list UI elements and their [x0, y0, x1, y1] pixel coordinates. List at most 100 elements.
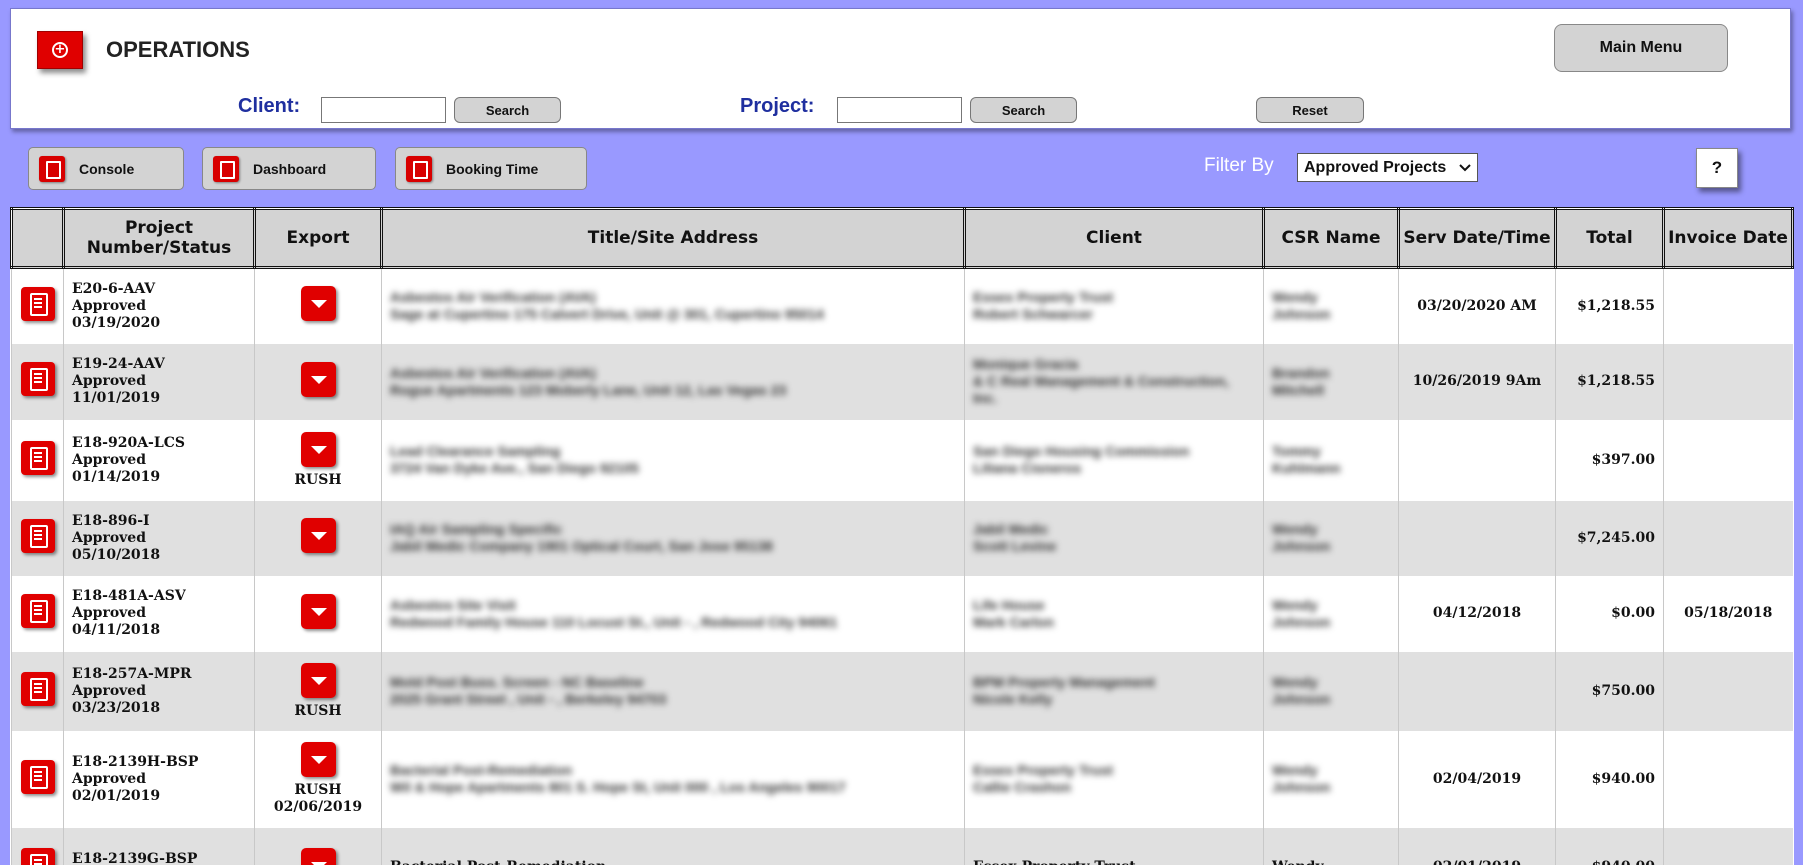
total-cell: $397.00: [1555, 419, 1664, 501]
export-arrow-icon[interactable]: [300, 742, 336, 777]
column-header-export[interactable]: Export: [253, 207, 383, 269]
table-row[interactable]: E18-2139G-BSPApproved Bacterial Post-Reme…: [11, 827, 1793, 865]
client-contact: Nicole Kelly: [973, 691, 1053, 707]
client-contact: Mark Carlon: [973, 613, 1054, 630]
serv-date-cell: [1398, 651, 1556, 731]
table-row[interactable]: E20-6-AAV Approved 03/19/2020 Asbestos Air …: [11, 267, 1793, 344]
project-cell[interactable]: E18-920A-LCS Approved 01/14/2019: [63, 419, 255, 501]
client-name: Life House: [973, 596, 1045, 613]
project-cell[interactable]: E20-6-AAV Approved 03/19/2020: [63, 267, 255, 344]
table-row[interactable]: E19-24-AAV Approved 11/01/2019 Asbestos Air…: [11, 343, 1793, 420]
column-header-csr-name[interactable]: CSR Name: [1262, 207, 1400, 269]
client-name: Jabil Medic: [973, 521, 1049, 537]
project-status-date: 03/23/2018: [72, 699, 161, 716]
project-search-input[interactable]: [837, 97, 962, 123]
column-header-title[interactable]: Title/Site Address: [380, 207, 966, 269]
document-icon[interactable]: [20, 286, 55, 321]
export-cell: RUSH: [254, 419, 382, 501]
project-status-date: 11/01/2019: [72, 390, 161, 406]
client-label: Client:: [238, 95, 301, 117]
column-header-total[interactable]: Total: [1554, 207, 1665, 269]
csr-cell: Brandon Mitchell: [1263, 343, 1399, 420]
invoice-date-cell: [1663, 827, 1793, 865]
table-header-row: Project Number/Status Export Title/Site …: [10, 207, 1794, 269]
reset-button[interactable]: Reset: [1256, 97, 1364, 123]
projects-table: Project Number/Status Export Title/Site …: [10, 207, 1794, 865]
table-row[interactable]: E18-257A-MPR Approved 03/23/2018 RUSH Mold P…: [11, 651, 1793, 731]
project-cell[interactable]: E18-896-I Approved 05/10/2018: [63, 500, 255, 576]
project-number[interactable]: E18-257A-MPR: [72, 666, 246, 683]
project-number[interactable]: E18-481A-ASV: [72, 588, 246, 605]
project-search-button[interactable]: Search: [970, 97, 1077, 123]
invoice-date-cell: [1663, 343, 1793, 420]
document-icon[interactable]: [20, 594, 55, 628]
client-cell: Jabil Medic Scott Levine: [964, 500, 1264, 576]
table-row[interactable]: E18-481A-ASV Approved 04/11/2018 Asbestos S…: [11, 575, 1793, 652]
client-cell: Life House Mark Carlon: [964, 575, 1264, 652]
document-icon[interactable]: [20, 759, 55, 794]
row-icon-cell: [11, 730, 64, 828]
export-arrow-icon[interactable]: [300, 518, 336, 553]
csr-first-name: Wendy: [1272, 674, 1318, 690]
table-row[interactable]: E18-896-I Approved 05/10/2018 IAQ Air Sampl…: [11, 500, 1793, 576]
page-title: OPERATIONS: [106, 37, 250, 62]
site-address: 2025 Grant Street , Unit - , Berkeley 94…: [390, 691, 667, 707]
document-icon[interactable]: [20, 848, 55, 865]
document-icon[interactable]: [20, 440, 55, 475]
csr-last-name: Johnson: [1272, 691, 1331, 707]
document-icon[interactable]: [20, 671, 55, 706]
project-number[interactable]: E20-6-AAV: [72, 281, 246, 298]
serv-date-cell: 04/12/2018: [1398, 575, 1556, 652]
project-cell[interactable]: E18-2139G-BSPApproved: [63, 827, 255, 865]
export-arrow-icon[interactable]: [300, 593, 336, 629]
client-search-button[interactable]: Search: [454, 97, 561, 123]
invoice-date-cell: [1663, 419, 1793, 501]
project-cell[interactable]: E18-2139H-BSP Approved 02/01/2019: [63, 730, 255, 828]
clipboard-icon: [406, 155, 432, 182]
column-header-client[interactable]: Client: [963, 207, 1265, 269]
serv-date-cell: 10/26/2019 9Am: [1398, 343, 1556, 420]
console-button[interactable]: Console: [28, 147, 184, 190]
export-arrow-icon[interactable]: [300, 431, 336, 467]
project-cell[interactable]: E18-257A-MPR Approved 03/23/2018: [63, 651, 255, 731]
export-arrow-icon[interactable]: [300, 847, 336, 865]
document-icon[interactable]: [20, 362, 55, 396]
export-note: RUSH: [294, 702, 342, 719]
document-icon[interactable]: [20, 518, 55, 553]
filter-select[interactable]: Approved Projects: [1297, 153, 1478, 182]
column-header-invoice-date[interactable]: Invoice Date: [1662, 207, 1794, 269]
table-row[interactable]: E18-2139H-BSP Approved 02/01/2019 RUSH 02/06…: [11, 730, 1793, 828]
project-number[interactable]: E18-2139G-BSP: [72, 851, 246, 865]
title-cell: Mold Post Buss. Screen - NC Baseline 2025…: [381, 651, 965, 731]
export-arrow-icon[interactable]: [300, 662, 336, 698]
client-name: Essex Property Trust: [973, 762, 1114, 778]
export-arrow-icon[interactable]: [300, 361, 336, 397]
dashboard-button[interactable]: Dashboard: [202, 147, 376, 190]
csr-first-name: Tommy: [1272, 443, 1321, 459]
total-cell: $7,245.00: [1555, 500, 1664, 576]
column-header-serv-date[interactable]: Serv Date/Time: [1397, 207, 1557, 269]
serv-date-cell: [1398, 500, 1556, 576]
csr-last-name: Johnson: [1272, 306, 1331, 323]
project-number[interactable]: E18-896-I: [72, 513, 246, 530]
column-header-project-number[interactable]: Project Number/Status: [62, 207, 256, 269]
help-button[interactable]: ?: [1696, 148, 1738, 188]
main-menu-button[interactable]: Main Menu: [1554, 24, 1728, 72]
client-cell: Essex Property Trust Robert Schwarcer: [964, 267, 1264, 344]
table-row[interactable]: E18-920A-LCS Approved 01/14/2019 RUSH Lead C…: [11, 419, 1793, 501]
client-search-input[interactable]: [321, 97, 446, 123]
client-contact: Robert Schwarcer: [973, 306, 1093, 323]
booking-time-button[interactable]: Booking Time: [395, 147, 587, 190]
client-name: Monique Gracia: [973, 356, 1079, 372]
export-arrow-icon[interactable]: [300, 286, 336, 322]
client-cell: San Diego Housing Commission Liliana Cisn…: [964, 419, 1264, 501]
total-cell: $940.00: [1555, 827, 1664, 865]
csr-first-name: Wendy: [1272, 289, 1318, 306]
project-cell[interactable]: E19-24-AAV Approved 11/01/2019: [63, 343, 255, 420]
project-number[interactable]: E18-2139H-BSP: [72, 754, 246, 771]
serv-date-cell: 02/01/2019: [1398, 827, 1556, 865]
project-number[interactable]: E19-24-AAV: [72, 356, 246, 373]
client-name: Essex Property Trust: [973, 289, 1114, 306]
project-number[interactable]: E18-920A-LCS: [72, 435, 246, 452]
project-cell[interactable]: E18-481A-ASV Approved 04/11/2018: [63, 575, 255, 652]
